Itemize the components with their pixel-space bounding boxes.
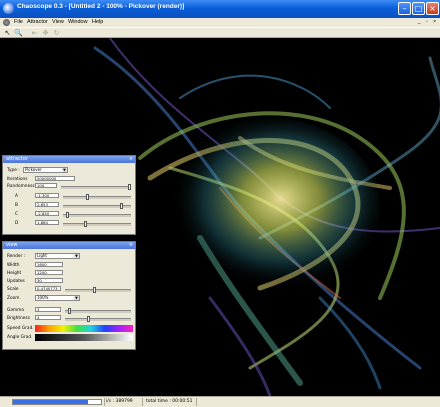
close-button[interactable]: ×: [426, 2, 439, 15]
menu-bar: File Attractor View Window Help _ ▫ ×: [0, 18, 440, 27]
render-mode-select[interactable]: Light ▼: [35, 253, 80, 259]
param-value-field[interactable]: -1.300: [35, 193, 59, 198]
slider-thumb[interactable]: [93, 287, 96, 293]
param-value-field[interactable]: 1.864: [35, 220, 59, 225]
updates-label: Updates: [7, 279, 25, 284]
view-panel-title: view: [6, 242, 18, 248]
pointer-icon[interactable]: ↖: [3, 29, 12, 37]
param-label: D: [15, 221, 19, 226]
brightness-slider[interactable]: [65, 316, 131, 322]
slider-thumb[interactable]: [66, 212, 69, 218]
slider-thumb[interactable]: [86, 194, 89, 200]
width-label: Width: [7, 263, 20, 268]
randomness-slider[interactable]: [61, 184, 131, 190]
speed-gradient-label: Speed Grad.: [7, 326, 34, 331]
param-label: C: [15, 212, 19, 217]
angle-gradient-bar[interactable]: [35, 334, 133, 341]
zoom-label: Zoom: [7, 296, 20, 301]
param-slider[interactable]: [63, 203, 131, 209]
attractor-panel-title: attractor: [6, 156, 28, 162]
window-title: Chaoscope 0.3 - [Untitled 2 - 100% - Pic…: [17, 3, 185, 10]
slider-thumb[interactable]: [84, 221, 87, 227]
iterations-field[interactable]: 20000000: [35, 176, 75, 181]
close-icon[interactable]: ×: [129, 242, 133, 249]
title-bar: Chaoscope 0.3 - [Untitled 2 - 100% - Pic…: [0, 0, 440, 18]
progress-fill: [13, 400, 88, 404]
menu-help[interactable]: Help: [92, 19, 103, 25]
chevron-down-icon: ▼: [74, 254, 79, 258]
move-icon[interactable]: ✥: [41, 29, 50, 37]
param-slider[interactable]: [63, 221, 131, 227]
menu-window[interactable]: Window: [68, 19, 88, 25]
step-back-icon[interactable]: ⇤: [30, 29, 39, 37]
param-slider[interactable]: [63, 194, 131, 200]
slider-thumb[interactable]: [128, 184, 131, 190]
document-icon[interactable]: [3, 19, 10, 26]
scale-field[interactable]: 0.4740773: [35, 286, 61, 291]
slider-thumb[interactable]: [68, 308, 71, 314]
render-label: Render :: [7, 254, 26, 259]
updates-field[interactable]: 30: [35, 278, 63, 283]
type-label: Type :: [7, 168, 20, 173]
zoom-select[interactable]: 100% ▼: [35, 295, 80, 301]
param-label: B: [15, 203, 18, 208]
zoom-icon[interactable]: 🔍: [14, 29, 23, 37]
height-label: Height: [7, 271, 22, 276]
gamma-field[interactable]: 3: [35, 307, 61, 312]
menu-view[interactable]: View: [52, 19, 64, 25]
view-panel: view × Render : Light ▼ Width 1600 Heigh…: [2, 241, 136, 350]
scale-slider[interactable]: [65, 287, 131, 293]
attractor-type-select[interactable]: Pickover ▼: [23, 167, 68, 173]
randomness-label: Randomness: [7, 184, 35, 189]
close-icon[interactable]: ×: [129, 156, 133, 163]
chevron-down-icon: ▼: [74, 296, 79, 300]
brightness-field[interactable]: 4: [35, 315, 61, 320]
height-field[interactable]: 1200: [35, 270, 63, 275]
iterations-label: Iterations: [7, 177, 28, 182]
scale-label: Scale: [7, 287, 19, 292]
menu-file[interactable]: File: [14, 19, 23, 25]
brightness-label: Brightness: [7, 316, 30, 321]
speed-gradient-bar[interactable]: [35, 325, 133, 332]
maximize-button[interactable]: □: [412, 2, 425, 15]
param-value-field[interactable]: 2.653: [35, 202, 59, 207]
attractor-panel: attractor × Type : Pickover ▼ Iterations…: [2, 155, 136, 235]
document-window-controls[interactable]: _ ▫ ×: [418, 19, 438, 25]
app-icon[interactable]: [3, 3, 14, 14]
status-bar: i/s : 389799 total time : 00:00:51: [0, 396, 440, 407]
gamma-label: Gamma: [7, 308, 24, 313]
iterations-per-second: i/s : 389799: [106, 399, 133, 404]
total-time: total time : 00:00:51: [146, 399, 193, 404]
width-field[interactable]: 1600: [35, 262, 63, 267]
slider-thumb[interactable]: [120, 203, 123, 209]
chevron-down-icon: ▼: [62, 168, 67, 172]
minimize-button[interactable]: –: [398, 2, 411, 15]
param-value-field[interactable]: -2.850: [35, 211, 59, 216]
menu-attractor[interactable]: Attractor: [27, 19, 48, 25]
randomness-field[interactable]: 100: [35, 183, 57, 188]
rotate-icon[interactable]: ↻: [52, 29, 61, 37]
param-slider[interactable]: [63, 212, 131, 218]
gamma-slider[interactable]: [65, 308, 131, 314]
slider-thumb[interactable]: [87, 316, 90, 322]
toolbar: ↖ 🔍 ⇤ ✥ ↻: [0, 27, 440, 38]
param-label: A: [15, 194, 18, 199]
angle-gradient-label: Angle Grad.: [7, 335, 33, 340]
render-progress-bar: [12, 399, 102, 405]
